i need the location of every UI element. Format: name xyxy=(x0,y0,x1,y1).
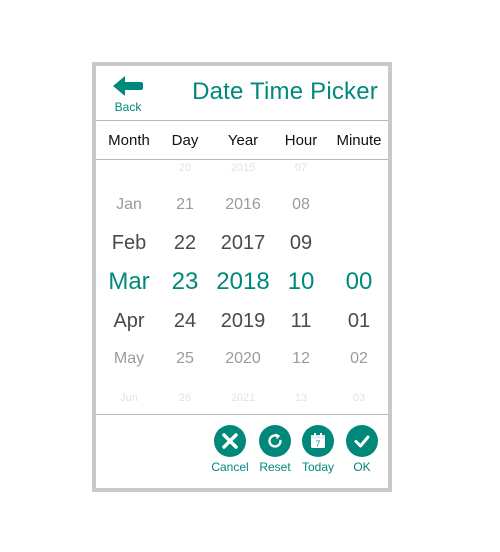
reset-button[interactable]: Reset xyxy=(251,425,299,474)
cancel-button[interactable]: Cancel xyxy=(206,425,254,474)
checkmark-icon xyxy=(354,435,370,448)
wheel-item[interactable]: 21 xyxy=(156,196,214,214)
wheel-item[interactable]: 09 xyxy=(272,232,330,255)
reset-label: Reset xyxy=(259,460,291,474)
wheel-item[interactable]: 2021 xyxy=(214,392,272,404)
wheel-item[interactable]: 2015 xyxy=(214,162,272,174)
day-wheel[interactable]: 20 21 22 23 24 25 26 xyxy=(156,160,214,412)
wheel-item[interactable]: 24 xyxy=(156,310,214,333)
wheel-item[interactable]: 2019 xyxy=(214,310,272,333)
wheel-item[interactable]: Apr xyxy=(100,310,158,333)
selected-month[interactable]: Mar xyxy=(100,268,158,296)
back-button[interactable]: Back xyxy=(106,72,150,116)
selected-minute[interactable]: 00 xyxy=(330,268,388,296)
today-button[interactable]: 7 Today xyxy=(294,425,342,474)
column-header-year: Year xyxy=(227,132,259,149)
column-header-hour: Hour xyxy=(284,132,318,149)
wheel-item[interactable]: 25 xyxy=(156,350,214,368)
wheel-item[interactable]: Feb xyxy=(100,232,158,255)
close-icon xyxy=(222,433,238,449)
wheel-item[interactable]: Jun xyxy=(100,392,158,404)
wheel-item[interactable]: 13 xyxy=(272,392,330,404)
wheel-item[interactable]: 22 xyxy=(156,232,214,255)
wheel-item[interactable]: 2016 xyxy=(214,196,272,214)
column-headers: Month Day Year Hour Minute xyxy=(96,121,388,160)
today-label: Today xyxy=(301,460,335,474)
hour-wheel[interactable]: 07 08 09 10 11 12 13 xyxy=(272,160,330,412)
month-wheel[interactable]: Jan Feb Mar Apr May Jun xyxy=(100,160,158,412)
date-time-picker-dialog: Back Date Time Picker Month Day Year Hou… xyxy=(92,62,392,492)
wheel-item[interactable]: 12 xyxy=(272,350,330,368)
wheel-item[interactable]: 02 xyxy=(330,350,388,368)
picker-footer: Cancel Reset 7 Today OK xyxy=(96,414,388,489)
wheel-item[interactable]: 01 xyxy=(330,310,388,333)
selected-day[interactable]: 23 xyxy=(156,268,214,296)
wheel-item[interactable]: 07 xyxy=(272,162,330,174)
column-header-month: Month xyxy=(108,132,150,149)
selected-year[interactable]: 2018 xyxy=(214,268,272,296)
calendar-day-number: 7 xyxy=(316,440,321,449)
calendar-icon: 7 xyxy=(311,433,325,449)
wheel-item[interactable]: 26 xyxy=(156,392,214,404)
column-header-minute: Minute xyxy=(336,132,382,149)
wheel-item[interactable]: 11 xyxy=(272,310,330,333)
ok-label: OK xyxy=(353,460,371,474)
wheel-item[interactable]: May xyxy=(100,350,158,368)
wheel-item[interactable]: 08 xyxy=(272,196,330,214)
wheel-item[interactable]: 03 xyxy=(330,392,388,404)
arrow-left-icon xyxy=(113,76,143,96)
back-label: Back xyxy=(114,100,142,114)
selected-hour[interactable]: 10 xyxy=(272,268,330,296)
minute-wheel[interactable]: 00 01 02 03 xyxy=(330,160,388,412)
wheel-item[interactable]: 20 xyxy=(156,162,214,174)
ok-button[interactable]: OK xyxy=(338,425,386,474)
wheel-item[interactable]: 2017 xyxy=(214,232,272,255)
wheel-item[interactable]: Jan xyxy=(100,196,158,214)
year-wheel[interactable]: 2015 2016 2017 2018 2019 2020 2021 xyxy=(214,160,272,412)
column-header-day: Day xyxy=(171,132,199,149)
cancel-label: Cancel xyxy=(211,460,249,474)
picker-header: Back Date Time Picker xyxy=(96,66,388,121)
refresh-icon xyxy=(268,433,282,448)
page-title: Date Time Picker xyxy=(192,78,378,105)
wheel-item[interactable]: 2020 xyxy=(214,350,272,368)
